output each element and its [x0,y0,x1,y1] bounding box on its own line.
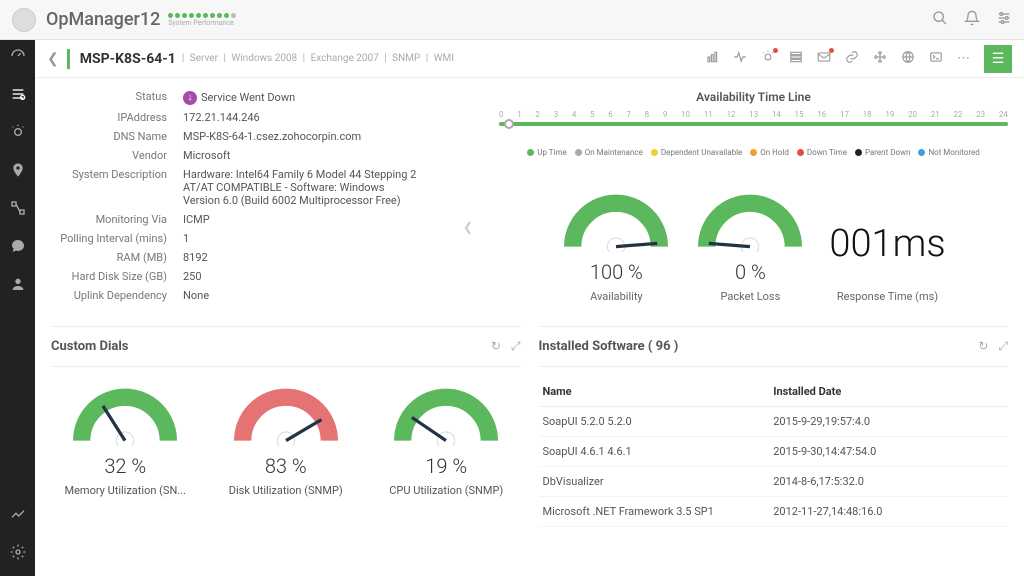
sidebar-user-icon[interactable] [8,276,28,296]
avatar[interactable] [12,8,36,32]
settings-icon[interactable] [996,10,1012,30]
brand: OpManager12 [46,9,160,30]
device-header: ❮ MSP-K8S-64-1 | Server | Windows 2008 |… [35,40,1024,78]
link-icon[interactable] [845,50,859,68]
installed-software-panel: Installed Software ( 96 ) ↻⤢ NameInstall… [539,326,1009,527]
dial: 32 %Memory Utilization (SN... [51,381,200,497]
availability-gauge: 100 % Availability [561,187,671,303]
expand-icon[interactable]: ⤢ [511,339,521,354]
globe-icon[interactable] [901,50,915,68]
dial: 19 %CPU Utilization (SNMP) [372,381,521,497]
collapse-icon[interactable]: ❮ [463,220,473,234]
sidebar-alarm-icon[interactable] [8,124,28,144]
sidebar-network-icon[interactable] [8,200,28,220]
custom-dials-panel: Custom Dials ↻⤢ 32 %Memory Utilization (… [51,326,521,527]
sidebar-dashboard-icon[interactable] [8,48,28,68]
status-bar [67,49,70,69]
refresh-icon[interactable]: ↻ [978,339,988,354]
sidebar-chat-icon[interactable] [8,238,28,258]
expand-icon[interactable]: ⤢ [998,339,1008,354]
top-bar: OpManager12 System Performance [0,0,1024,40]
nodes-icon[interactable] [873,50,887,68]
device-meta: | Server | Windows 2008 | Exchange 2007 … [182,53,457,64]
status-badge: ↓Service Went Down [183,91,295,105]
sidebar-reports-icon[interactable] [8,506,28,526]
table-row[interactable]: Microsoft .NET Framework 3.5 SP12012-11-… [539,497,1009,527]
sidebar-list-icon[interactable] [8,86,28,106]
more-icon[interactable]: ⋯ [957,51,970,66]
chart-icon[interactable] [705,50,719,68]
sidebar-location-icon[interactable] [8,162,28,182]
pulse-icon[interactable] [733,50,747,68]
back-icon[interactable]: ❮ [47,51,59,67]
refresh-icon[interactable]: ↻ [491,339,501,354]
bell-icon[interactable] [964,10,980,30]
availability-legend: Up TimeOn MaintenanceDependent Unavailab… [499,148,1008,157]
response-time: 001ms Response Time (ms) [829,222,945,303]
terminal-icon[interactable] [929,50,943,68]
config-icon[interactable] [789,50,803,68]
table-row[interactable]: SoapUI 5.2.0 5.2.02015-9-29,19:57:4.0 [539,407,1009,437]
table-row[interactable]: SoapUI 4.6.1 4.6.12015-9-30,14:47:54.0 [539,437,1009,467]
device-name: MSP-K8S-64-1 [80,51,176,67]
sidebar-gear-icon[interactable] [8,544,28,564]
packet-loss-gauge: 0 % Packet Loss [695,187,805,303]
mail-icon[interactable] [817,50,831,68]
alarm-icon[interactable] [761,50,775,68]
dial: 83 %Disk Utilization (SNMP) [212,381,361,497]
sidebar [0,40,35,576]
availability-title: Availability Time Line [499,90,1008,104]
menu-button[interactable]: ☰ [984,45,1012,73]
search-icon[interactable] [932,10,948,30]
availability-timeline[interactable]: 0123456789101112131415161718192021222324 [499,110,1008,140]
system-performance-indicator: System Performance [168,13,236,27]
table-row[interactable]: DbVisualizer2014-8-6,17:5:32.0 [539,467,1009,497]
device-info-panel: Status↓Service Went Down IPAddress172.21… [51,90,481,308]
